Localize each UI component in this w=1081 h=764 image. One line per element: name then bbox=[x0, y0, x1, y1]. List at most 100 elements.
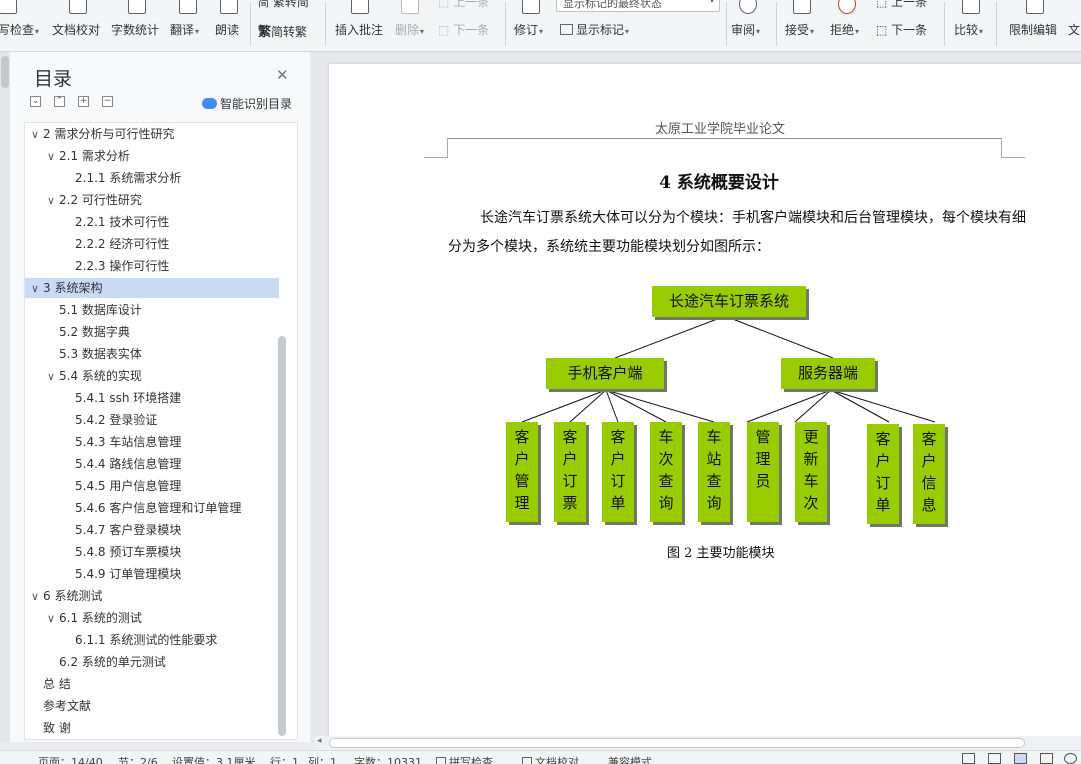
toc-item[interactable]: 5.4.2 登录验证 bbox=[25, 410, 279, 430]
add-heading-icon[interactable]: + bbox=[78, 96, 89, 107]
toc-item[interactable]: 5.4.6 客户信息管理和订单管理 bbox=[25, 498, 279, 518]
toc-item[interactable]: 5.4.4 路线信息管理 bbox=[25, 454, 279, 474]
trad-simp-icon: 简 bbox=[258, 0, 269, 9]
scroll-left-icon[interactable]: ◂ bbox=[317, 736, 322, 746]
page-header: 太原工业学院毕业论文 bbox=[655, 122, 786, 137]
toc-item[interactable]: 5.4.9 订单管理模块 bbox=[25, 564, 279, 584]
horizontal-scrollbar[interactable]: ◂ bbox=[315, 736, 1081, 750]
toc-item[interactable]: ∨ 2.1 需求分析 bbox=[25, 146, 279, 166]
toc-item[interactable]: 5.2 数据字典 bbox=[25, 322, 279, 342]
doc-proofread-button[interactable]: 文档校对 bbox=[52, 0, 104, 51]
toc-item[interactable]: 2.2.2 经济可行性 bbox=[25, 234, 279, 254]
trad-to-simp-button[interactable]: 简 繁转简 bbox=[258, 0, 320, 10]
toc-scrollbar[interactable] bbox=[278, 336, 286, 736]
diagram-server-module-node: 客 户 信 息 bbox=[913, 424, 945, 524]
review-button[interactable]: 审阅▾ bbox=[731, 0, 765, 51]
toc-item[interactable]: 5.4.3 车站信息管理 bbox=[25, 432, 279, 452]
next-comment-button[interactable]: ⬚ 下一条 bbox=[438, 21, 498, 38]
status-page[interactable]: 页面：14/40 bbox=[38, 754, 103, 764]
body-paragraph[interactable]: 长途汽车订票系统大体可以分为个模块：手机客户端模块和后台管理模块，每个模块有细分… bbox=[448, 204, 1028, 262]
toc-item[interactable]: ∨ 6 系统测试 bbox=[25, 586, 279, 606]
status-word-count[interactable]: 字数：10331 bbox=[354, 754, 422, 764]
chevron-down-icon[interactable]: ∨ bbox=[47, 191, 59, 211]
reject-button[interactable]: 拒绝▾ bbox=[830, 0, 864, 51]
doc-check-toggle[interactable]: 文档校对 bbox=[522, 754, 579, 764]
restrict-edit-button[interactable]: 限制编辑 bbox=[1009, 0, 1061, 51]
accept-button[interactable]: 接受▾ bbox=[785, 0, 819, 51]
left-edge-scroll-thumb[interactable] bbox=[1, 56, 9, 88]
smart-toc-button[interactable]: 智能识别目录 bbox=[202, 95, 292, 112]
toc-item[interactable]: 2.2.3 操作可行性 bbox=[25, 256, 279, 276]
delete-comment-button[interactable]: 删除▾ bbox=[395, 0, 425, 51]
toc-item[interactable]: 5.4.5 用户信息管理 bbox=[25, 476, 279, 496]
word-count-icon bbox=[128, 0, 146, 14]
remove-heading-icon[interactable]: − bbox=[102, 96, 113, 107]
fullscreen-view-icon[interactable] bbox=[962, 753, 975, 764]
toc-item[interactable]: 2.1.1 系统需求分析 bbox=[25, 168, 279, 188]
word-count-button[interactable]: 字数统计 bbox=[111, 0, 163, 51]
toc-item[interactable]: 5.4.8 预订车票模块 bbox=[25, 542, 279, 562]
comment-icon bbox=[351, 0, 369, 14]
toc-item[interactable]: 6.2 系统的单元测试 bbox=[25, 652, 279, 672]
doc-permission-button[interactable]: 文 bbox=[1068, 0, 1081, 51]
translate-button[interactable]: 翻译▾ bbox=[170, 0, 206, 51]
left-edge-scrollbar[interactable] bbox=[0, 52, 10, 742]
toc-item[interactable]: 5.3 数据表实体 bbox=[25, 344, 279, 364]
toc-item[interactable]: 总 结 bbox=[25, 674, 279, 694]
print-layout-icon[interactable] bbox=[988, 753, 1001, 764]
status-setting: 设置值：3.1厘米 bbox=[172, 756, 256, 764]
show-markup-button[interactable]: 显示标记▾ bbox=[560, 21, 650, 38]
track-changes-button[interactable]: 修订▾ bbox=[514, 0, 548, 51]
toc-item[interactable]: 致 谢 bbox=[25, 718, 279, 738]
toc-item[interactable]: ∨ 5.4 系统的实现 bbox=[25, 366, 279, 386]
document-page[interactable]: 太原工业学院毕业论文 4 系统概要设计 长途汽车订票系统大体可以分为个模块：手机… bbox=[329, 64, 1081, 744]
diagram-server-module-node: 客 户 订 单 bbox=[867, 424, 899, 524]
chevron-down-icon[interactable]: ∨ bbox=[31, 587, 43, 607]
read-aloud-button[interactable]: 朗读 bbox=[215, 0, 243, 51]
markup-state-dropdown[interactable]: 显示标记的最终状态 ▾ bbox=[556, 0, 720, 12]
toc-item[interactable]: 5.4.1 ssh 环境搭建 bbox=[25, 388, 279, 408]
toc-item[interactable]: ∨ 2.2 可行性研究 bbox=[25, 190, 279, 210]
toc-item-label: 5.4.8 预订车票模块 bbox=[75, 545, 182, 559]
chevron-down-icon[interactable]: ∨ bbox=[47, 609, 59, 629]
previous-change-icon: ⬚ bbox=[876, 0, 888, 9]
web-view-icon[interactable] bbox=[1064, 753, 1077, 764]
chevron-down-icon[interactable]: ∨ bbox=[47, 147, 59, 167]
insert-comment-button[interactable]: 插入批注 bbox=[335, 0, 385, 51]
crop-mark-left bbox=[424, 138, 448, 158]
spell-check-toggle[interactable]: 拼写检查 bbox=[436, 754, 493, 764]
toc-item[interactable]: 5.4.7 客户登录模块 bbox=[25, 520, 279, 540]
compare-button[interactable]: 比较▾ bbox=[954, 0, 988, 51]
toc-item[interactable]: 6.1.1 系统测试的性能要求 bbox=[25, 630, 279, 650]
page-view-icon[interactable] bbox=[1014, 753, 1027, 764]
outline-view-icon[interactable] bbox=[1040, 753, 1053, 764]
next-change-icon: ⬚ bbox=[876, 23, 888, 37]
next-change-button[interactable]: ⬚ 下一条 bbox=[876, 21, 936, 38]
chevron-down-icon[interactable]: ∨ bbox=[47, 367, 59, 387]
toc-item[interactable]: 5.1 数据库设计 bbox=[25, 300, 279, 320]
toc-item-label: 参考文献 bbox=[43, 699, 92, 713]
compare-icon bbox=[962, 0, 980, 14]
toc-item[interactable]: ∨ 2 需求分析与可行性研究 bbox=[25, 124, 279, 144]
chevron-down-icon[interactable]: ∨ bbox=[31, 279, 43, 299]
previous-comment-button[interactable]: ⬚ 上一条 bbox=[438, 0, 498, 10]
collapse-all-icon[interactable]: ⌃ bbox=[54, 96, 65, 107]
toc-item[interactable]: ∨ 6.1 系统的测试 bbox=[25, 608, 279, 628]
status-bar: 页面：14/40 节：2/6 设置值：3.1厘米 行：1 列：1 字数：1033… bbox=[0, 750, 1081, 764]
toc-item-label: 5.3 数据表实体 bbox=[59, 347, 142, 361]
previous-change-button[interactable]: ⬚ 上一条 bbox=[876, 0, 936, 10]
section-heading: 4 系统概要设计 bbox=[659, 173, 779, 193]
spellcheck-icon bbox=[0, 0, 17, 14]
figure-caption: 图 2 主要功能模块 bbox=[667, 546, 775, 561]
toc-item[interactable]: ∨ 3 系统架构 bbox=[25, 278, 279, 298]
close-icon[interactable]: ✕ bbox=[276, 66, 289, 84]
diagram-server-node: 服务器端 bbox=[781, 358, 875, 389]
simp-to-trad-button[interactable]: 繁简转繁 bbox=[258, 21, 320, 40]
spellcheck-button[interactable]: 写检查▾ bbox=[0, 0, 42, 51]
chevron-down-icon[interactable]: ∨ bbox=[31, 125, 43, 145]
toc-item[interactable]: 2.2.1 技术可行性 bbox=[25, 212, 279, 232]
expand-all-icon[interactable]: ⌄ bbox=[30, 96, 41, 107]
toc-item[interactable]: 参考文献 bbox=[25, 696, 279, 716]
horizontal-scroll-thumb[interactable] bbox=[329, 738, 1025, 748]
compat-mode-label: 兼容模式 bbox=[608, 756, 652, 764]
